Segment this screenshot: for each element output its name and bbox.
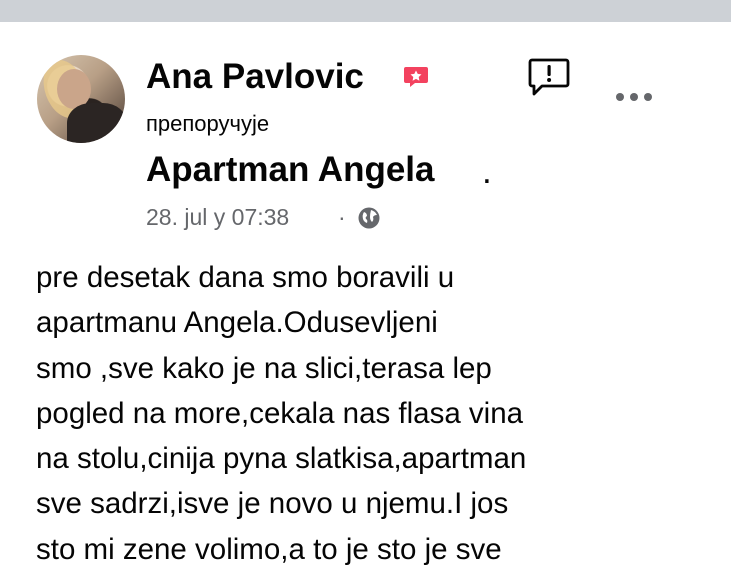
meta-separator: · [338,204,346,230]
author-name[interactable]: Ana Pavlovic [146,57,364,97]
post-body-line: pre desetak dana smo boravili u [36,261,455,294]
author-avatar[interactable] [37,55,125,143]
recommends-label: препоручује [146,111,270,136]
post-body-line: smo ,sve kako je na slici,terasa lep [36,351,492,385]
more-options-icon[interactable] [612,84,656,110]
recommended-page-name[interactable]: Apartman Angela [146,150,434,190]
post-body: pre desetak dana smo boravili u apartman… [36,255,696,572]
post-body-line: sto mi zene volimo,a to je sto je sve [36,532,502,566]
post-body-line: sve sadrzi,isve je novo u njemu.I jos [36,487,509,521]
post-body-line: apartmanu Angela.Odusevljeni [36,306,438,340]
report-icon[interactable] [527,56,571,100]
post-body-line: pogled na more,cekala nas flasa vina [36,396,524,430]
top-bar [0,0,731,22]
page-name-period: . [482,152,492,191]
post-body-line: na stolu,cinija pyna slatkisa,apartman [36,442,527,476]
post-timestamp[interactable]: 28. jul y 07:38 [146,203,289,231]
avatar-body [67,103,125,143]
globe-icon [358,207,380,229]
recommend-badge-icon [404,67,428,87]
